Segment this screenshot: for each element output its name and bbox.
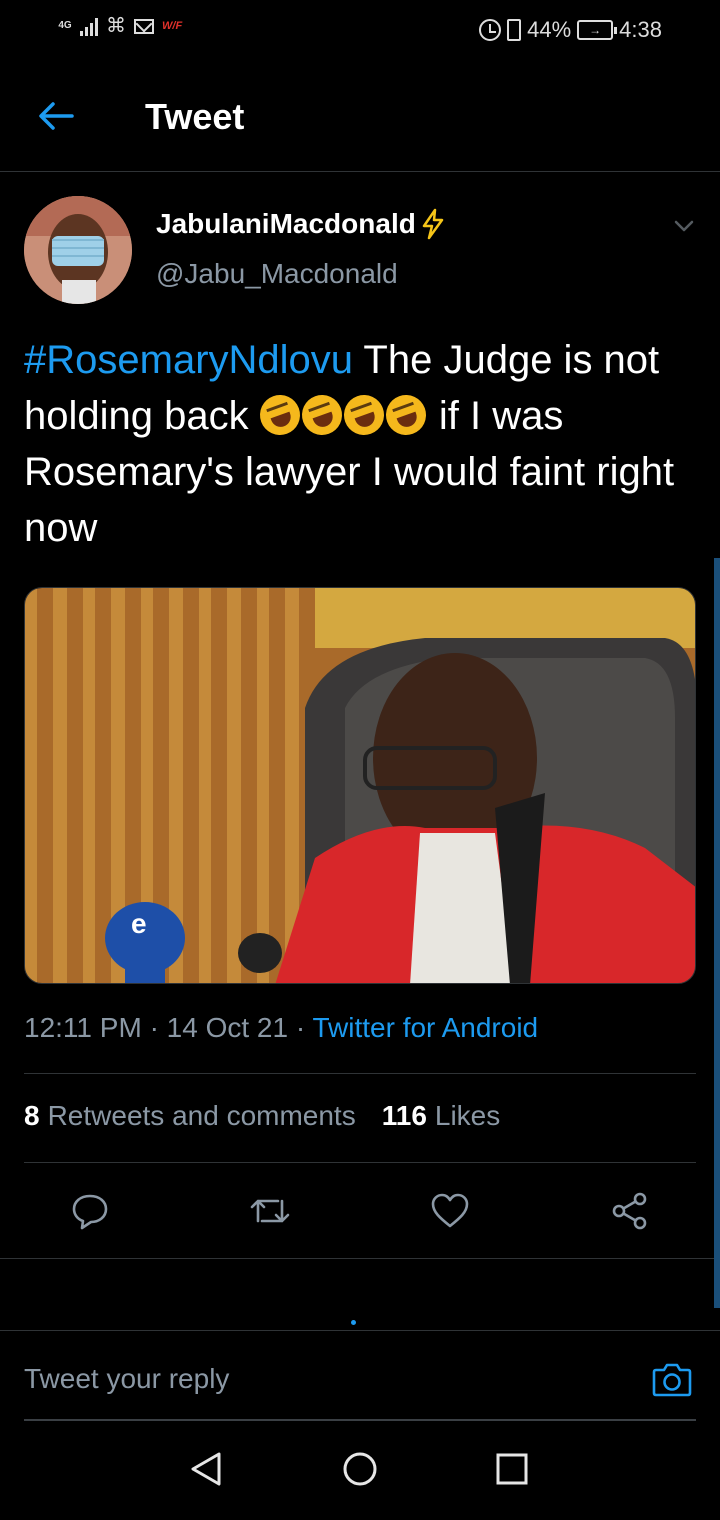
avatar[interactable] bbox=[24, 196, 132, 304]
battery-percent: 44% bbox=[527, 17, 572, 42]
system-nav-bar bbox=[0, 1421, 720, 1520]
wifi-label: W/F bbox=[162, 20, 183, 32]
camera-icon[interactable] bbox=[652, 1361, 692, 1397]
avatar-image bbox=[24, 196, 132, 304]
retweet-button[interactable] bbox=[245, 1186, 295, 1236]
likes-stat[interactable]: 116 Likes bbox=[382, 1100, 501, 1132]
lightning-icon bbox=[422, 208, 444, 240]
share-button[interactable] bbox=[605, 1186, 655, 1236]
back-button[interactable] bbox=[32, 92, 80, 140]
nav-recents-button[interactable] bbox=[492, 1449, 532, 1489]
vibrate-icon bbox=[507, 19, 522, 41]
app-header: Tweet bbox=[0, 62, 720, 172]
heart-icon bbox=[431, 1193, 469, 1228]
svg-text:e: e bbox=[131, 908, 147, 939]
like-button[interactable] bbox=[425, 1186, 475, 1236]
signal-icon bbox=[80, 16, 98, 36]
retweets-count: 8 bbox=[24, 1100, 40, 1131]
page-title: Tweet bbox=[145, 96, 245, 137]
likes-label: Likes bbox=[434, 1100, 501, 1131]
user-handle[interactable]: @Jabu_Macdonald bbox=[156, 258, 398, 290]
chevron-down-icon[interactable] bbox=[672, 214, 696, 238]
divider bbox=[0, 1258, 720, 1259]
laughing-emoji-icon bbox=[380, 389, 432, 441]
display-name-text: JabulaniMacdonald bbox=[156, 208, 416, 239]
clock: 4:38 bbox=[619, 17, 662, 42]
divider bbox=[24, 1162, 696, 1163]
status-bar: 4G ⌘ W/F 44% → 4:38 bbox=[0, 0, 720, 62]
display-name[interactable]: JabulaniMacdonald bbox=[156, 208, 446, 240]
laughing-emoji-icon bbox=[296, 389, 348, 441]
loading-dot bbox=[351, 1320, 356, 1325]
hashtag-link[interactable]: #RosemaryNdlovu bbox=[24, 338, 353, 382]
meta-separator: · bbox=[295, 1012, 313, 1043]
tweet-source-link[interactable]: Twitter for Android bbox=[312, 1012, 538, 1043]
circle-home-icon bbox=[343, 1452, 377, 1486]
status-left: 4G ⌘ W/F bbox=[58, 16, 182, 36]
reply-bar: Tweet your reply bbox=[0, 1331, 720, 1421]
nav-home-button[interactable] bbox=[340, 1449, 380, 1489]
reply-button[interactable] bbox=[65, 1186, 115, 1236]
divider bbox=[24, 1073, 696, 1074]
tweet-media-image[interactable]: e bbox=[24, 587, 696, 984]
tweet-time: 12:11 PM bbox=[24, 1012, 142, 1043]
nav-back-button[interactable] bbox=[186, 1449, 226, 1489]
retweets-label: Retweets and comments bbox=[47, 1100, 356, 1131]
action-bar bbox=[0, 1186, 720, 1236]
tweet-text: #RosemaryNdlovu The Judge is not holding… bbox=[24, 332, 696, 556]
triangle-back-icon bbox=[191, 1452, 221, 1486]
status-right: 44% → 4:38 bbox=[479, 17, 662, 43]
gmail-icon bbox=[134, 18, 154, 34]
likes-count: 116 bbox=[381, 1100, 427, 1131]
notification-app-icon: ⌘ bbox=[106, 15, 126, 37]
square-recents-icon bbox=[496, 1453, 528, 1485]
tweet-stats: 8 Retweets and comments 116 Likes bbox=[24, 1100, 500, 1132]
courtroom-photo: e bbox=[25, 588, 695, 983]
alarm-icon bbox=[479, 19, 502, 41]
comment-icon bbox=[72, 1194, 108, 1230]
retweet-icon bbox=[250, 1199, 290, 1223]
meta-separator: · bbox=[149, 1012, 167, 1043]
laughing-emoji-icon bbox=[338, 389, 390, 441]
share-icon bbox=[612, 1192, 647, 1230]
tweet-meta: 12:11 PM · 14 Oct 21 · Twitter for Andro… bbox=[24, 1012, 538, 1044]
scrollbar[interactable] bbox=[714, 558, 720, 1308]
tweet-date: 14 Oct 21 bbox=[166, 1012, 289, 1043]
reply-input[interactable]: Tweet your reply bbox=[24, 1363, 229, 1395]
battery-icon: → bbox=[577, 20, 618, 40]
retweets-stat[interactable]: 8 Retweets and comments bbox=[24, 1100, 356, 1132]
arrow-left-icon bbox=[39, 102, 74, 130]
laughing-emoji-icon bbox=[254, 389, 306, 441]
network-type: 4G bbox=[58, 20, 72, 31]
